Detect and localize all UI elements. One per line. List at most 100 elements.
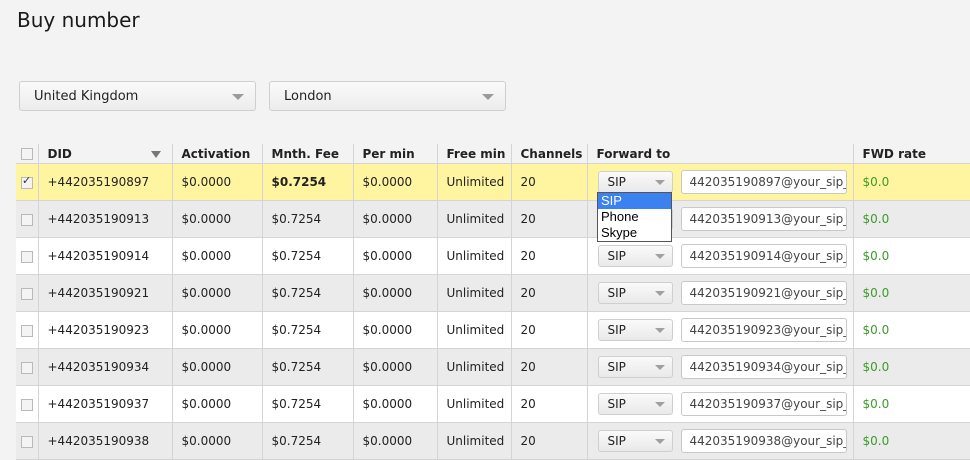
fwd-rate-cell: $0.0 <box>853 311 970 349</box>
table-row[interactable]: +442035190923 $0.0000 $0.7254 $0.0000 Unlimi… <box>16 311 970 349</box>
monthly-fee-cell: $0.7254 <box>262 274 354 312</box>
column-header-did[interactable]: DID <box>38 144 173 164</box>
row-checkbox[interactable] <box>21 250 33 263</box>
numbers-table: DID Activation Mnth. Fee Per min Free mi… <box>16 144 970 460</box>
forward-type-value: SIP <box>607 397 626 411</box>
chevron-down-icon <box>654 402 665 407</box>
column-header-activation[interactable]: Activation <box>172 144 263 164</box>
chevron-down-icon <box>654 180 665 185</box>
row-checkbox[interactable] <box>21 174 33 189</box>
forward-type-value: SIP <box>607 323 626 337</box>
forward-type-select[interactable]: SIP <box>597 245 673 267</box>
channels-cell: 20 <box>511 385 588 423</box>
row-checkbox[interactable] <box>21 435 33 448</box>
did-cell: +442035190937 <box>38 385 173 423</box>
monthly-fee-cell: $0.7254 <box>262 237 354 275</box>
forward-type-value: SIP <box>607 175 626 189</box>
forward-type-select[interactable]: SIP <box>597 171 673 193</box>
free-min-cell: Unlimited <box>437 274 512 312</box>
forward-destination-input[interactable] <box>680 207 847 231</box>
per-min-cell: $0.0000 <box>353 385 438 423</box>
forward-type-value: SIP <box>607 360 626 374</box>
per-min-cell: $0.0000 <box>353 163 438 201</box>
city-select-value: London <box>284 89 332 104</box>
per-min-cell: $0.0000 <box>353 237 438 275</box>
column-header-fwd-rate: FWD rate <box>853 144 970 164</box>
did-cell: +442035190934 <box>38 348 173 386</box>
activation-cell: $0.0000 <box>172 237 263 275</box>
channels-cell: 20 <box>511 311 588 349</box>
channels-cell: 20 <box>511 274 588 312</box>
chevron-down-icon <box>654 439 665 444</box>
row-checkbox[interactable] <box>21 324 33 337</box>
forward-type-select[interactable]: SIP <box>597 430 673 452</box>
activation-cell: $0.0000 <box>172 274 263 312</box>
forward-destination-input[interactable] <box>680 392 847 416</box>
forward-type-select[interactable]: SIP <box>597 393 673 415</box>
row-checkbox-cell <box>16 311 39 349</box>
activation-cell: $0.0000 <box>172 311 263 349</box>
forward-type-value: SIP <box>607 434 626 448</box>
row-checkbox-cell <box>16 237 39 275</box>
forward-type-select[interactable]: SIP <box>597 282 673 304</box>
per-min-cell: $0.0000 <box>353 311 438 349</box>
did-cell: +442035190897 <box>38 163 173 201</box>
dropdown-option-skype[interactable]: Skype <box>598 225 671 241</box>
table-row[interactable]: +442035190897$0.0000$0.7254$0.0000Unlimi… <box>16 163 970 201</box>
forward-to-cell: SIP <box>587 385 854 423</box>
table-row[interactable]: +442035190934 $0.0000 $0.7254 $0.0000 Unlimi… <box>16 348 970 386</box>
column-header-forward-to: Forward to <box>587 144 854 164</box>
table-row[interactable]: +442035190913 $0.0000 $0.7254 $0.0000 Unlimi… <box>16 200 970 238</box>
forward-destination-input[interactable] <box>680 429 847 453</box>
did-cell: +442035190923 <box>38 311 173 349</box>
free-min-cell: Unlimited <box>437 385 512 423</box>
page-title: Buy number <box>17 8 140 32</box>
column-header-free-min[interactable]: Free min <box>437 144 512 164</box>
did-cell: +442035190914 <box>38 237 173 275</box>
free-min-cell: Unlimited <box>437 348 512 386</box>
per-min-cell: $0.0000 <box>353 348 438 386</box>
table-row[interactable]: +442035190937 $0.0000 $0.7254 $0.0000 Unlimi… <box>16 385 970 423</box>
chevron-down-icon <box>654 328 665 333</box>
forward-to-cell: SIP <box>587 237 854 275</box>
dropdown-option-sip[interactable]: SIP <box>598 193 671 209</box>
row-checkbox[interactable] <box>21 361 33 374</box>
channels-cell: 20 <box>511 163 588 201</box>
country-select[interactable]: United Kingdom <box>19 81 256 111</box>
free-min-cell: Unlimited <box>437 163 512 201</box>
fwd-rate-cell: $0.0 <box>853 385 970 423</box>
forward-destination-input[interactable] <box>680 170 847 194</box>
monthly-fee-cell: $0.7254 <box>262 163 354 201</box>
chevron-down-icon <box>654 291 665 296</box>
monthly-fee-cell: $0.7254 <box>262 311 354 349</box>
forward-to-cell: SIP <box>587 274 854 312</box>
forward-type-dropdown-list: SIP Phone Skype <box>597 192 672 242</box>
row-checkbox[interactable] <box>21 213 33 226</box>
fwd-rate-cell: $0.0 <box>853 200 970 238</box>
did-cell: +442035190913 <box>38 200 173 238</box>
activation-cell: $0.0000 <box>172 348 263 386</box>
forward-destination-input[interactable] <box>680 244 847 268</box>
column-header-channels[interactable]: Channels <box>511 144 588 164</box>
row-checkbox[interactable] <box>21 398 33 411</box>
forward-type-select[interactable]: SIP <box>597 356 673 378</box>
dropdown-option-phone[interactable]: Phone <box>598 209 671 225</box>
column-header-monthly-fee[interactable]: Mnth. Fee <box>262 144 354 164</box>
row-checkbox[interactable] <box>21 287 33 300</box>
city-select[interactable]: London <box>269 81 506 111</box>
monthly-fee-cell: $0.7254 <box>262 348 354 386</box>
fwd-rate-cell: $0.0 <box>853 348 970 386</box>
sort-desc-icon[interactable] <box>150 150 161 158</box>
monthly-fee-cell: $0.7254 <box>262 385 354 423</box>
forward-destination-input[interactable] <box>680 281 847 305</box>
select-all-checkbox[interactable] <box>21 148 33 160</box>
table-row[interactable]: +442035190914 $0.0000 $0.7254 $0.0000 Unlimi… <box>16 237 970 275</box>
row-checkbox-cell <box>16 200 39 238</box>
column-header-per-min[interactable]: Per min <box>353 144 438 164</box>
fwd-rate-cell: $0.0 <box>853 237 970 275</box>
forward-destination-input[interactable] <box>680 318 847 342</box>
forward-type-select[interactable]: SIP <box>597 319 673 341</box>
did-cell: +442035190921 <box>38 274 173 312</box>
table-row[interactable]: +442035190921 $0.0000 $0.7254 $0.0000 Unlimi… <box>16 274 970 312</box>
forward-destination-input[interactable] <box>680 355 847 379</box>
